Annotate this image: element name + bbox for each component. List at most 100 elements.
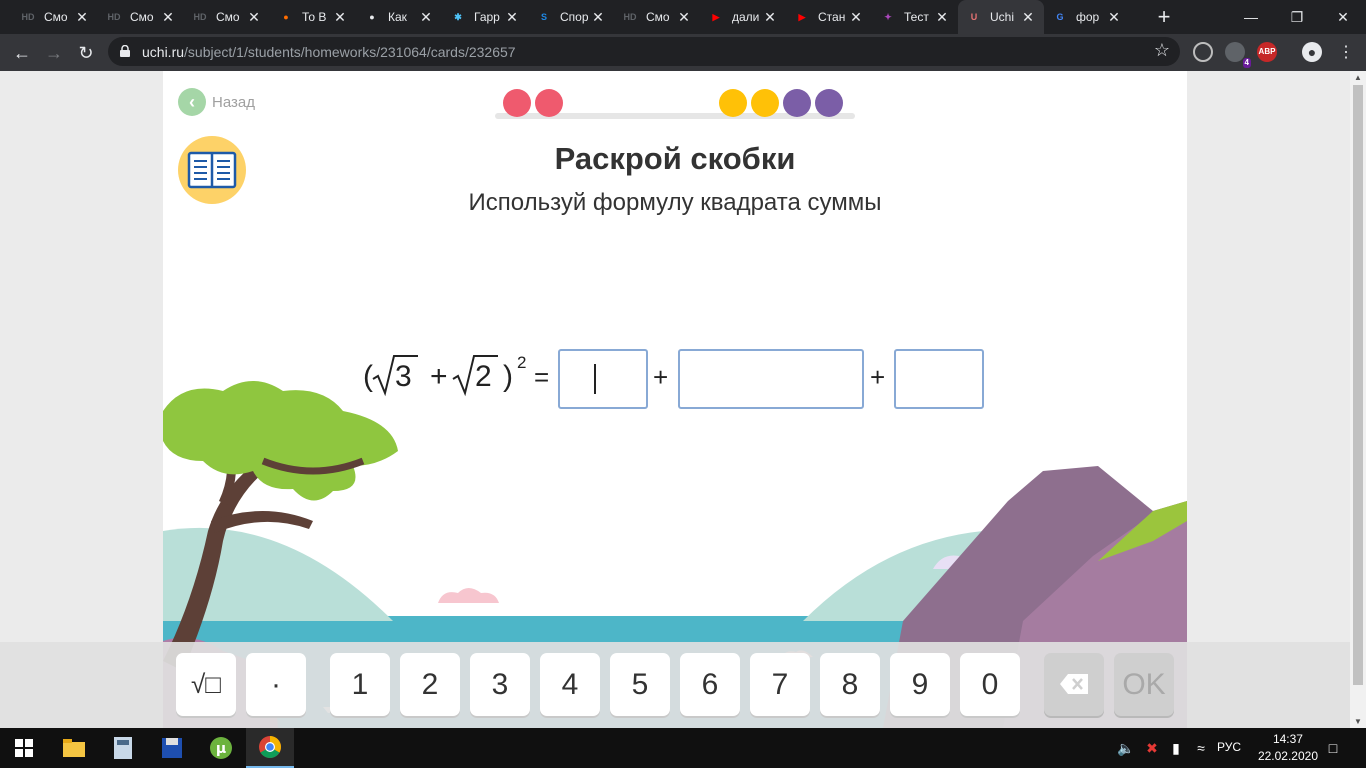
tab-close-icon[interactable]: ✕ [332,9,348,25]
tab-close-icon[interactable]: ✕ [934,9,950,25]
text-caret [594,364,596,394]
address-bar[interactable]: uchi.ru/subject/1/students/homeworks/231… [108,37,1180,66]
floppy-save-icon[interactable] [148,728,196,768]
browser-tab[interactable]: ▶ Стан ✕ [786,0,872,34]
page-scrollbar[interactable]: ▲ ▼ [1350,71,1366,728]
sqrt-key[interactable]: √□ [176,653,236,716]
digit-key-4[interactable]: 4 [540,653,600,716]
back-label: Назад [212,93,255,111]
utorrent-icon[interactable]: µ [197,728,245,768]
answer-input-3[interactable] [894,349,984,409]
network-error-icon[interactable]: ✖ [1143,739,1161,757]
s-icon: S [540,12,547,22]
digit-key-2[interactable]: 2 [400,653,460,716]
flame-icon: ● [283,12,289,22]
browser-tab[interactable]: ✦ Тест ✕ [872,0,958,34]
browser-toolbar: ← → ↻ uchi.ru/subject/1/students/homewor… [0,34,1366,71]
backspace-icon [1060,674,1088,694]
digit-key-9[interactable]: 9 [890,653,950,716]
browser-tab[interactable]: Gфор ✕ [1044,0,1130,34]
url-path: /subject/1/students/homeworks/231064/car… [184,44,516,60]
progress-dot-pending [783,89,811,117]
menu-kebab-icon[interactable]: ⋮ [1332,39,1360,67]
tab-close-icon[interactable]: ✕ [848,9,864,25]
globe-icon: ● [369,12,375,22]
tab-close-icon[interactable]: ✕ [1106,9,1122,25]
chrome-icon[interactable] [246,728,294,768]
digit-key-0[interactable]: 0 [960,653,1020,716]
notifications-icon[interactable]: □ [1324,739,1342,757]
browser-tab[interactable]: HD Смо ✕ [614,0,700,34]
digit-key-5[interactable]: 5 [610,653,670,716]
youtube-icon: ▶ [712,11,720,22]
ok-button[interactable]: OK [1114,653,1174,716]
tab-close-icon[interactable]: ✕ [160,9,176,25]
scroll-up-arrow-icon[interactable]: ▲ [1354,73,1362,82]
file-explorer-icon[interactable] [50,728,98,768]
reload-icon[interactable]: ↻ [72,39,100,67]
page-viewport: ‹ Назад Раскрой скобки Используй формулу… [0,71,1350,728]
tab-close-icon[interactable]: ✕ [762,9,778,25]
tab-close-icon[interactable]: ✕ [504,9,520,25]
uchi-icon: U [970,12,978,22]
wifi-icon[interactable]: ≈ [1192,739,1210,757]
profile-avatar-icon[interactable]: ● [1302,42,1322,62]
windows-start-icon[interactable] [0,728,48,768]
browser-tab[interactable]: ▶ дали ✕ [700,0,786,34]
digit-key-8[interactable]: 8 [820,653,880,716]
tab-close-icon[interactable]: ✕ [74,9,90,25]
browser-tab[interactable]: ✱ Гарр ✕ [442,0,528,34]
new-tab-button[interactable]: + [1152,5,1176,29]
svg-text:µ: µ [216,741,226,757]
browser-tab[interactable]: HD Смо ✕ [12,0,98,34]
task-title: Раскрой скобки [554,141,796,176]
translate-extension-icon[interactable] [1193,42,1213,62]
browser-tab[interactable]: S Спор ✕ [528,0,614,34]
scroll-down-arrow-icon[interactable]: ▼ [1354,717,1362,726]
clock[interactable]: 14:37 22.02.2020 [1258,731,1318,765]
calculator-icon[interactable] [99,728,147,768]
browser-tab[interactable]: U Uchi ✕ [958,0,1044,34]
digit-key-6[interactable]: 6 [680,653,740,716]
math-keypad: OK √□ · 1 2 3 4 5 6 7 8 9 0 [0,642,1350,728]
restore-button[interactable]: ❐ [1274,0,1320,34]
digit-key-7[interactable]: 7 [750,653,810,716]
backspace-key[interactable] [1044,653,1104,716]
plus-sign: + [870,362,886,392]
tab-close-icon[interactable]: ✕ [590,9,606,25]
task-subtitle: Используй формулу квадрата суммы [468,189,882,216]
answer-input-2[interactable] [678,349,864,409]
extension-icon[interactable]: 4 [1225,42,1251,68]
back-nav-icon[interactable]: ← [8,39,36,67]
hd-icon: HD [193,12,207,22]
minimize-button[interactable]: — [1228,0,1274,34]
digit-key-1[interactable]: 1 [330,653,390,716]
adblock-icon[interactable]: ABP [1257,42,1277,62]
browser-tab[interactable]: ● Как ✕ [356,0,442,34]
browser-tab[interactable]: ● То В ✕ [270,0,356,34]
scroll-thumb[interactable] [1353,85,1363,685]
tab-close-icon[interactable]: ✕ [1020,9,1036,25]
progress-dot-wrong [503,89,531,117]
radicand-2: 2 [475,360,492,393]
dot-key[interactable]: · [246,653,306,716]
answer-input-1[interactable] [558,349,648,409]
tab-close-icon[interactable]: ✕ [418,9,434,25]
bookmark-star-icon[interactable]: ☆ [1154,40,1170,61]
browser-tab[interactable]: HD Смо ✕ [184,0,270,34]
close-window-button[interactable]: ✕ [1320,0,1366,34]
language-indicator[interactable]: РУС [1217,740,1241,754]
forward-nav-icon[interactable]: → [40,39,68,67]
tab-close-icon[interactable]: ✕ [676,9,692,25]
digit-key-3[interactable]: 3 [470,653,530,716]
task-card: ‹ Назад Раскрой скобки Используй формулу… [163,71,1187,728]
exponent: 2 [517,353,527,372]
volume-icon[interactable]: 🔈 [1117,739,1135,757]
tab-close-icon[interactable]: ✕ [246,9,262,25]
battery-icon[interactable]: ▮ [1167,739,1185,757]
wand-icon: ✦ [884,11,892,22]
youtube-icon: ▶ [798,11,806,22]
back-button[interactable]: ‹ Назад [178,88,255,116]
task-progress [495,89,855,123]
browser-tab[interactable]: HD Смо ✕ [98,0,184,34]
